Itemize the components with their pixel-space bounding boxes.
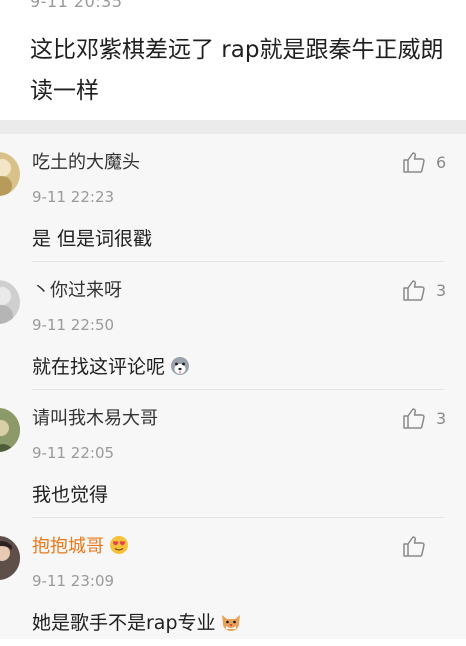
reply-time: 9-11 22:50 — [32, 316, 115, 334]
husky-face-emoji — [169, 356, 191, 376]
like-button[interactable] — [402, 534, 446, 558]
avatar[interactable] — [0, 536, 20, 580]
reply-time: 9-11 22:05 — [32, 444, 115, 462]
like-count: 3 — [436, 280, 447, 300]
like-button[interactable]: 6 — [402, 150, 446, 174]
reply-body: 就在找这评论呢 — [32, 352, 191, 379]
avatar[interactable] — [0, 152, 20, 196]
avatar[interactable] — [0, 280, 20, 324]
thumbs-up-icon — [403, 536, 425, 557]
reply-text: 我也觉得 — [32, 484, 109, 506]
reply-text: 就在找这评论呢 — [32, 356, 166, 378]
reply-item: 丶你过来呀 9-11 22:50 就在找这评论呢 3 — [0, 262, 466, 390]
thumbs-up-icon — [403, 280, 425, 301]
thumbs-up-icon — [403, 408, 425, 429]
parent-comment: 9-11 20:35 这比邓紫棋差远了 rap就是跟秦牛正威朗读一样 — [0, 0, 466, 120]
avatar[interactable] — [0, 408, 20, 452]
like-count: 3 — [436, 408, 447, 428]
reply-username[interactable]: 丶你过来呀 — [32, 276, 122, 302]
reply-time: 9-11 23:09 — [32, 572, 115, 590]
reply-text: 她是歌手不是rap专业 — [32, 612, 216, 634]
reply-item: 抱抱城哥 9-11 23:09 她是歌手不是rap专业 — [0, 518, 466, 646]
thumbs-up-icon — [403, 152, 425, 173]
reply-list: 吃土的大魔头 9-11 22:23 是 但是词很戳 6 丶你过来呀 9-11 2… — [0, 134, 466, 639]
reply-username[interactable]: 抱抱城哥 — [32, 532, 130, 558]
reply-item: 请叫我木易大哥 9-11 22:05 我也觉得 3 — [0, 390, 466, 518]
reply-text: 是 但是词很戳 — [32, 228, 153, 250]
like-button[interactable]: 3 — [402, 406, 446, 430]
reply-username[interactable]: 请叫我木易大哥 — [32, 404, 158, 430]
reply-username[interactable]: 吃土的大魔头 — [32, 148, 140, 174]
like-count: 6 — [436, 152, 447, 172]
parent-comment-time: 9-11 20:35 — [30, 0, 123, 11]
reply-username-text: 抱抱城哥 — [32, 536, 104, 557]
cat-face-emoji — [220, 612, 242, 632]
reply-time: 9-11 22:23 — [32, 188, 115, 206]
reply-item: 吃土的大魔头 9-11 22:23 是 但是词很戳 6 — [0, 134, 466, 262]
section-separator — [0, 120, 466, 134]
parent-comment-text: 这比邓紫棋差远了 rap就是跟秦牛正威朗读一样 — [30, 37, 444, 104]
reply-body: 她是歌手不是rap专业 — [32, 608, 242, 635]
like-button[interactable]: 3 — [402, 278, 446, 302]
heart-eyes-emoji — [108, 535, 130, 555]
